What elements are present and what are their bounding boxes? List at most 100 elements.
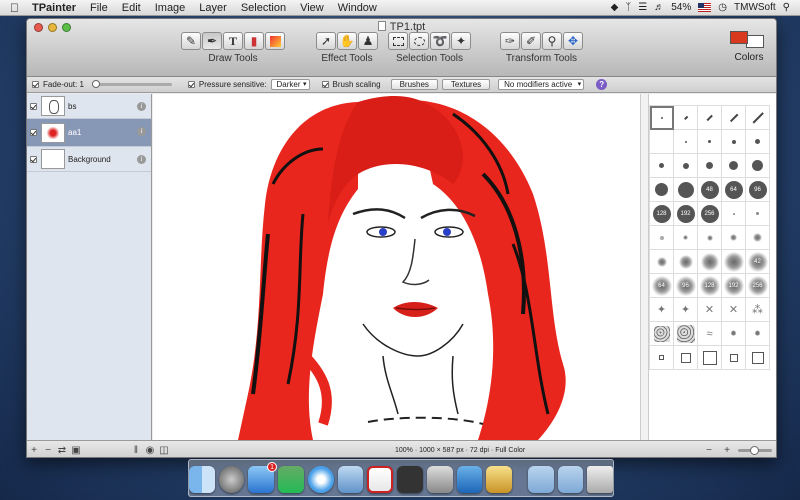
pressure-checkbox[interactable] xyxy=(187,81,195,88)
zoom-out-button[interactable]: − xyxy=(702,443,716,457)
fade-out-checkbox[interactable] xyxy=(32,81,39,88)
brush-cell[interactable] xyxy=(674,346,698,370)
blend-mode-select[interactable]: Darker xyxy=(270,79,310,90)
brush-cell[interactable] xyxy=(674,130,698,154)
layer-options-button[interactable]: ▣ xyxy=(69,443,83,457)
brush-cell[interactable] xyxy=(698,106,722,130)
brush-cell[interactable]: ✹ xyxy=(746,322,770,346)
brush-cell[interactable] xyxy=(722,130,746,154)
pencil-icon[interactable]: ✎ xyxy=(181,32,201,50)
user-name[interactable]: TMWSoft xyxy=(734,2,776,13)
pen-icon[interactable]: ✐ xyxy=(521,32,541,50)
ellipse-select-icon[interactable] xyxy=(409,32,429,50)
brush-cell[interactable] xyxy=(746,226,770,250)
brush-cell[interactable] xyxy=(722,226,746,250)
battery-label[interactable]: 54% xyxy=(671,2,691,13)
brush-cell[interactable] xyxy=(650,250,674,274)
brush-cell[interactable]: 256 xyxy=(746,274,770,298)
brush-cell[interactable] xyxy=(650,106,674,130)
wifi-icon[interactable]: ☰ xyxy=(638,2,647,13)
drawing-canvas[interactable] xyxy=(153,94,640,440)
brush-cell[interactable] xyxy=(698,346,722,370)
spotlight-icon[interactable]: ⚲ xyxy=(783,2,790,13)
move-icon[interactable]: ✥ xyxy=(563,32,583,50)
brush-cell[interactable]: 64 xyxy=(722,178,746,202)
app-store-icon[interactable]: 1 xyxy=(248,462,278,493)
brush-cell[interactable] xyxy=(674,226,698,250)
brush-cell[interactable] xyxy=(674,154,698,178)
brush-cell[interactable] xyxy=(674,250,698,274)
brush-cell[interactable] xyxy=(722,346,746,370)
text-icon[interactable]: T xyxy=(223,32,243,50)
feather-app-icon[interactable] xyxy=(456,466,483,493)
pdf-icon[interactable] xyxy=(367,466,394,493)
xcode-icon[interactable] xyxy=(337,466,364,493)
launchpad-icon[interactable] xyxy=(218,466,245,493)
menu-window[interactable]: Window xyxy=(331,0,384,16)
menu-layer[interactable]: Layer xyxy=(192,0,234,16)
layer-visibility-checkbox[interactable] xyxy=(30,155,37,163)
zoom-slider[interactable] xyxy=(738,445,772,455)
brush-cell[interactable]: ⁂ xyxy=(746,298,770,322)
downloads-folder-icon[interactable] xyxy=(557,466,584,493)
panel-resize-handle[interactable]: ‖ xyxy=(129,443,143,457)
layer-row-aa1[interactable]: aa1 i xyxy=(27,119,151,147)
eraser-icon[interactable]: ▮ xyxy=(244,32,264,50)
brush-cell[interactable]: 192 xyxy=(722,274,746,298)
folder-icon[interactable] xyxy=(527,466,554,493)
brush-cell[interactable]: ✕ xyxy=(698,298,722,322)
brush-cell[interactable] xyxy=(698,130,722,154)
background-color-swatch[interactable] xyxy=(746,35,764,48)
brush-cell[interactable] xyxy=(650,346,674,370)
brush-cell[interactable]: 96 xyxy=(674,274,698,298)
brush-cell[interactable]: 128 xyxy=(650,202,674,226)
layer-row-background[interactable]: Background i xyxy=(27,147,151,172)
gradient-icon[interactable] xyxy=(265,32,285,50)
brush-cell[interactable] xyxy=(650,154,674,178)
rect-select-icon[interactable] xyxy=(388,32,408,50)
brush-cell[interactable]: ✦ xyxy=(674,298,698,322)
brush-cell[interactable] xyxy=(650,322,674,346)
add-layer-button[interactable]: + xyxy=(27,443,41,457)
magic-wand-icon[interactable]: ✦ xyxy=(451,32,471,50)
trash-icon[interactable] xyxy=(587,466,614,493)
brush-cell[interactable]: ≈ xyxy=(698,322,722,346)
brush-cell[interactable] xyxy=(746,154,770,178)
brush-cell[interactable]: 128 xyxy=(698,274,722,298)
textures-button[interactable]: Textures xyxy=(441,79,491,90)
brush-cell[interactable]: 42 xyxy=(746,250,770,274)
brush-cell[interactable]: 256 xyxy=(698,202,722,226)
merge-layer-button[interactable]: ⇄ xyxy=(55,443,69,457)
foreground-color-swatch[interactable] xyxy=(730,31,748,44)
eye-icon[interactable]: ◉ xyxy=(143,443,157,457)
brush-cell[interactable] xyxy=(746,346,770,370)
menu-selection[interactable]: Selection xyxy=(234,0,293,16)
brush-cell[interactable] xyxy=(650,178,674,202)
brush-cell[interactable]: 48 xyxy=(698,178,722,202)
info-icon[interactable]: i xyxy=(137,127,146,136)
zoom-in-button[interactable]: + xyxy=(720,443,734,457)
brush-cell[interactable] xyxy=(746,106,770,130)
eyedropper-icon[interactable]: ✑ xyxy=(500,32,520,50)
brush-cell[interactable]: 192 xyxy=(674,202,698,226)
help-button[interactable]: ? xyxy=(596,79,608,90)
input-flag-icon[interactable] xyxy=(698,3,712,12)
brush-cell[interactable] xyxy=(698,226,722,250)
photo-app-icon[interactable] xyxy=(278,466,304,493)
lasso-icon[interactable]: ➰ xyxy=(430,32,450,50)
brush-cell[interactable] xyxy=(746,202,770,226)
brush-cell[interactable] xyxy=(722,250,746,274)
bluetooth-icon[interactable]: ᛉ xyxy=(625,2,631,13)
zoom-icon[interactable]: ⚲ xyxy=(542,32,562,50)
fade-out-slider-knob[interactable] xyxy=(91,80,100,88)
brush-icon[interactable]: ✒ xyxy=(202,32,222,50)
brush-cell[interactable] xyxy=(674,106,698,130)
terminal-icon[interactable] xyxy=(397,466,423,493)
brush-cell[interactable] xyxy=(650,226,674,250)
brush-cell[interactable] xyxy=(674,178,698,202)
layer-row-bs[interactable]: bs i xyxy=(27,94,151,119)
remove-layer-button[interactable]: − xyxy=(41,443,55,457)
tpainter-app-icon[interactable] xyxy=(486,466,512,493)
layer-visibility-checkbox[interactable] xyxy=(30,102,37,110)
brush-cell[interactable] xyxy=(722,154,746,178)
